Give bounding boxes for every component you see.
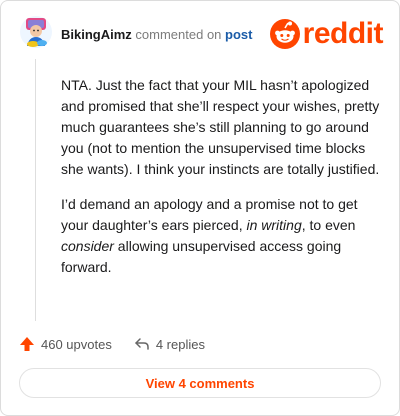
comment-card: BikingAimz commented on post reddit NTA.… — [0, 0, 400, 416]
comment-body: NTA. Just the fact that your MIL hasn’t … — [61, 75, 383, 292]
user-avatar[interactable] — [19, 15, 53, 49]
username-link[interactable]: BikingAimz — [61, 27, 132, 42]
upvote-button[interactable]: 460 upvotes — [19, 336, 112, 352]
comment-text: , to even — [301, 217, 356, 233]
replies-count: 4 replies — [155, 336, 205, 352]
reddit-snoo-icon — [269, 19, 300, 49]
reply-arrow-icon — [135, 338, 149, 350]
post-link[interactable]: post — [225, 27, 252, 42]
upvote-count: 460 upvotes — [41, 336, 112, 352]
comment-paragraph-1: NTA. Just the fact that your MIL hasn’t … — [61, 77, 380, 177]
comment-actions: 460 upvotes 4 replies — [19, 334, 227, 354]
comment-header: BikingAimz commented on post — [61, 27, 253, 43]
replies-button[interactable]: 4 replies — [134, 337, 205, 352]
view-comments-button[interactable]: View 4 comments — [19, 368, 381, 398]
comment-emphasis: consider — [61, 238, 114, 254]
thread-line[interactable] — [35, 59, 36, 321]
comment-paragraph-2: I’d demand an apology and a promise not … — [61, 194, 383, 278]
user-avatar-icon — [20, 16, 52, 48]
comment-emphasis: in writing — [246, 217, 302, 233]
reddit-logo[interactable]: reddit — [269, 17, 384, 51]
reddit-wordmark: reddit — [302, 17, 384, 50]
upvote-arrow-icon — [20, 337, 34, 351]
commented-on-text: commented on — [135, 27, 222, 42]
